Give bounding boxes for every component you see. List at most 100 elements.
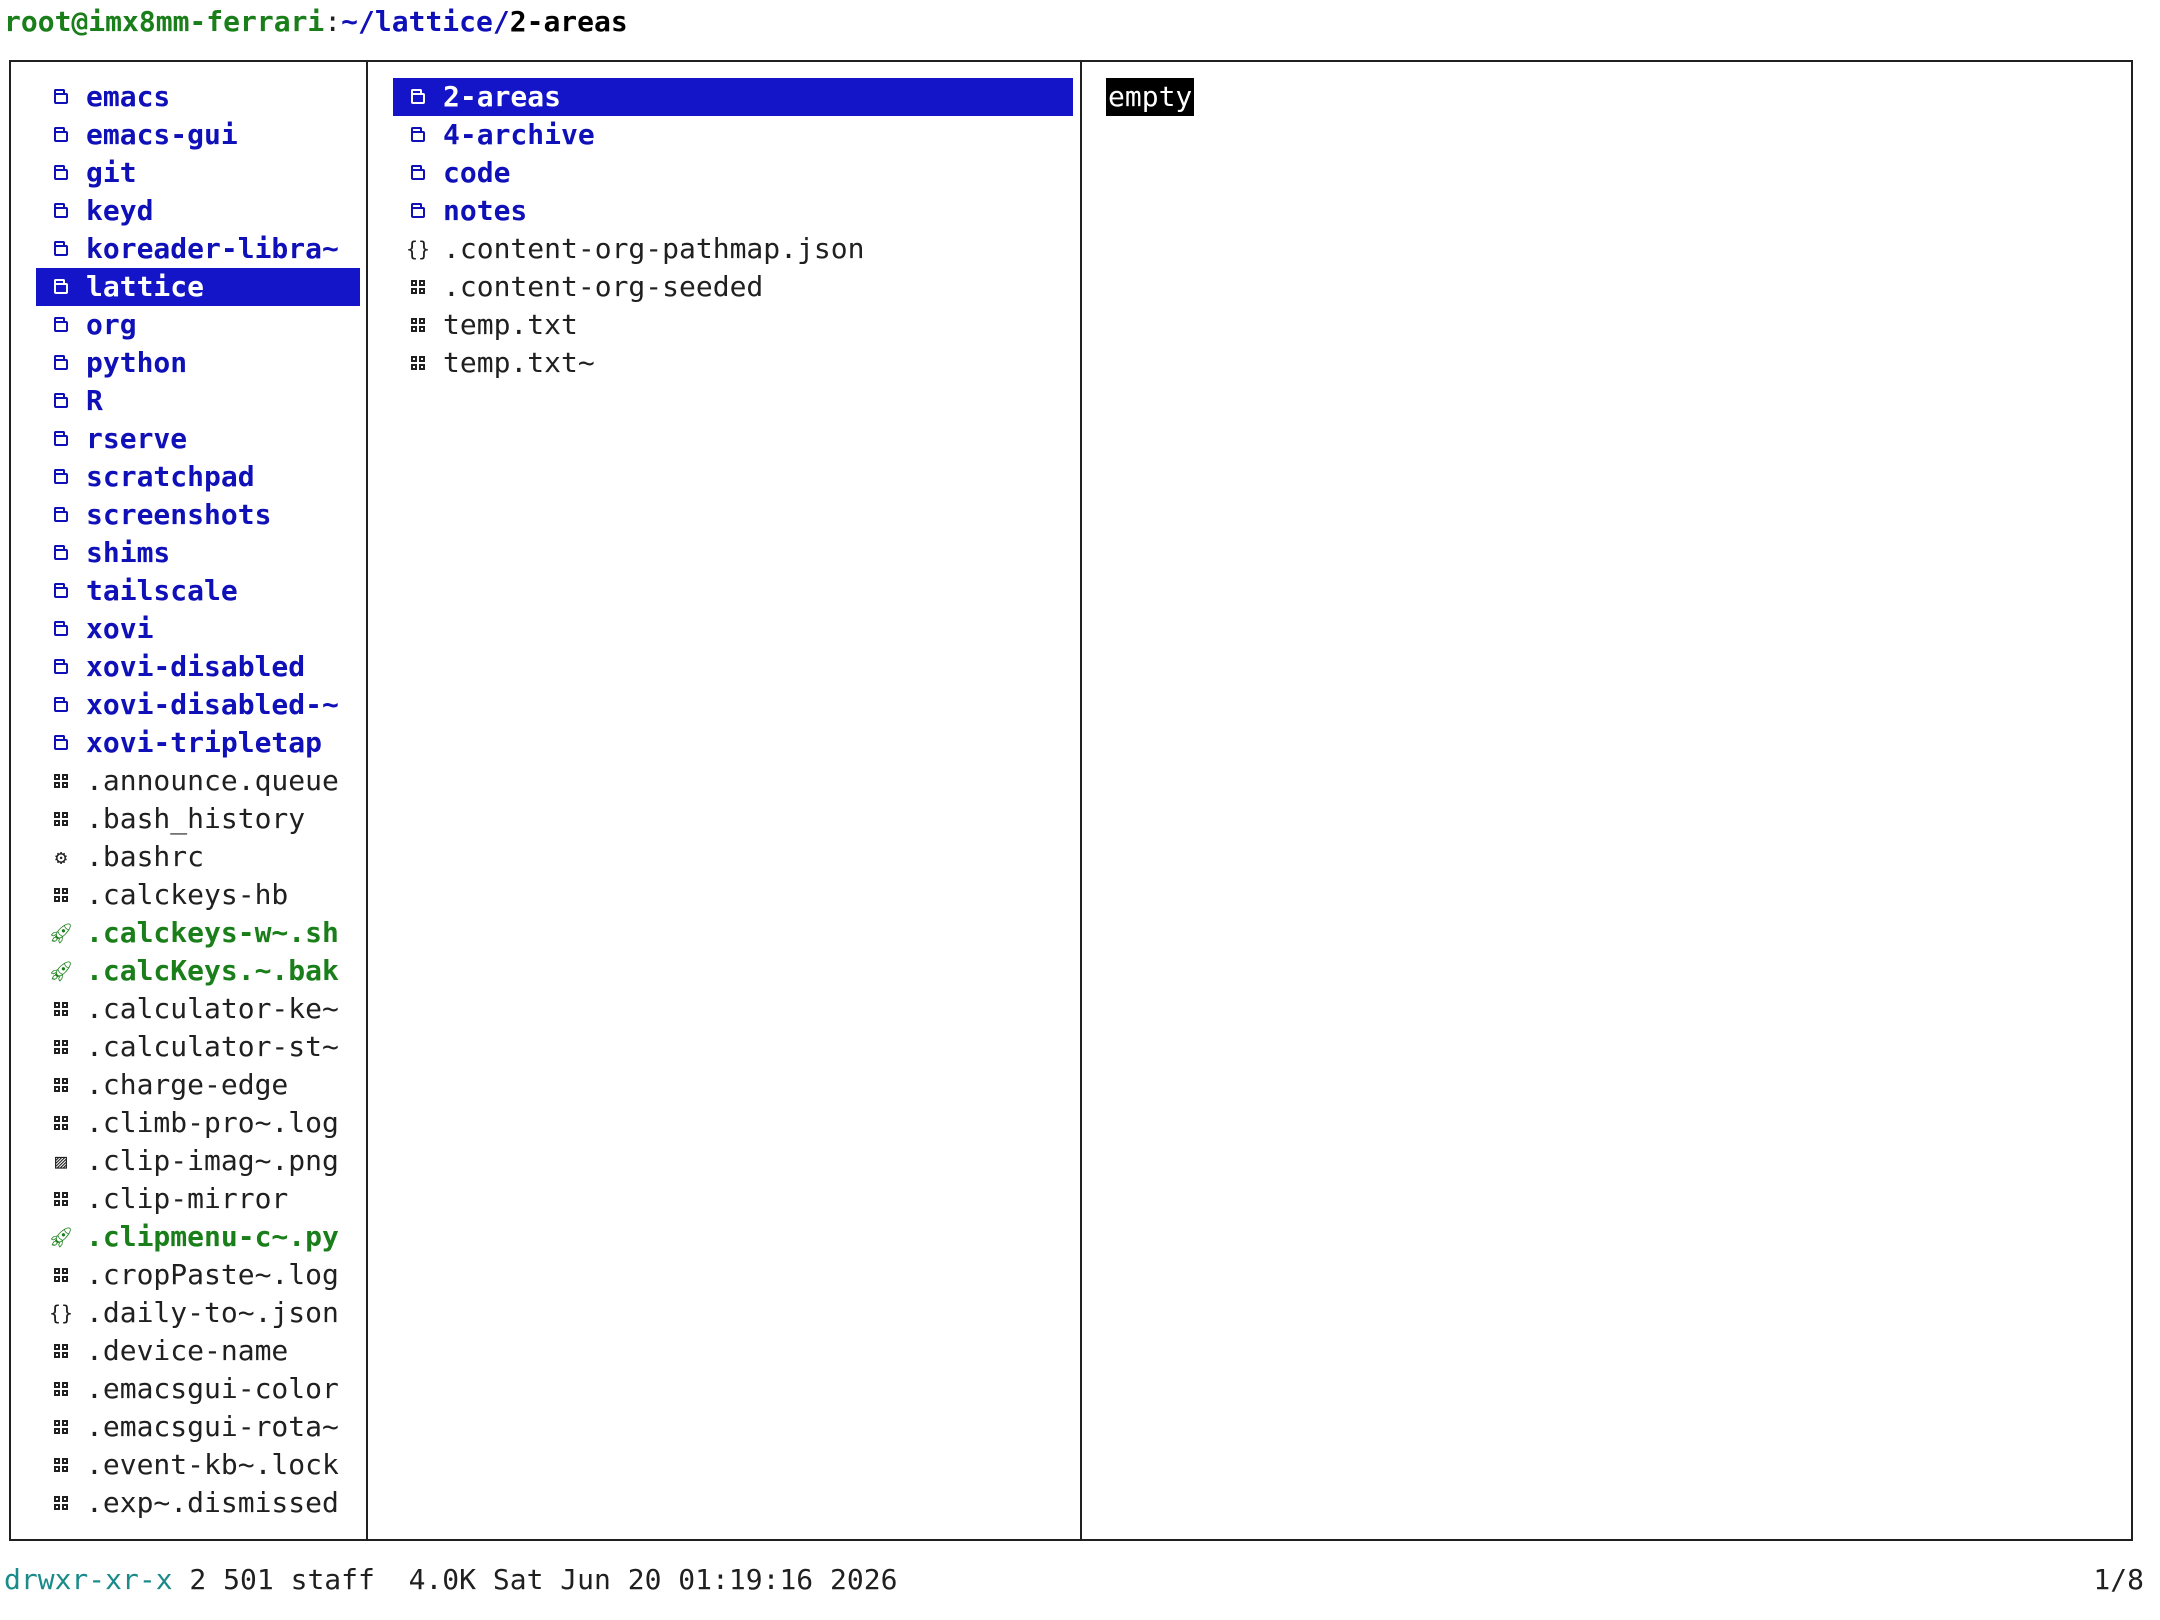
directory-entry[interactable]: emacs bbox=[36, 78, 360, 116]
directory-entry[interactable]: 4-archive bbox=[393, 116, 1073, 154]
json-braces-icon: {} bbox=[48, 1301, 74, 1325]
entry-name: .exp~.dismissed bbox=[86, 1486, 339, 1519]
file-grid-icon bbox=[36, 1446, 86, 1484]
directory-entry[interactable]: code bbox=[393, 154, 1073, 192]
image-icon: ▨ bbox=[54, 1149, 68, 1173]
entry-name: shims bbox=[86, 536, 171, 569]
file-entry[interactable]: .calculator-st~ bbox=[36, 1028, 360, 1066]
directory-entry[interactable]: xovi-tripletap bbox=[36, 724, 360, 762]
file-grid-icon bbox=[36, 1408, 86, 1446]
directory-entry[interactable]: keyd bbox=[36, 192, 360, 230]
directory-entry[interactable]: shims bbox=[36, 534, 360, 572]
folder-icon bbox=[36, 610, 86, 648]
file-entry[interactable]: .climb-pro~.log bbox=[36, 1104, 360, 1142]
path-separator: : bbox=[324, 5, 342, 38]
file-entry[interactable]: .charge-edge bbox=[36, 1066, 360, 1104]
directory-entry[interactable]: koreader-libra~ bbox=[36, 230, 360, 268]
permissions: drwxr-xr-x bbox=[4, 1563, 173, 1596]
directory-entry[interactable]: screenshots bbox=[36, 496, 360, 534]
file-entry[interactable]: {} .daily-to~.json bbox=[36, 1294, 360, 1332]
file-grid-icon bbox=[36, 762, 86, 800]
entry-name: koreader-libra~ bbox=[86, 232, 339, 265]
file-entry[interactable]: .cropPaste~.log bbox=[36, 1256, 360, 1294]
directory-entry[interactable]: tailscale bbox=[36, 572, 360, 610]
entry-name: .calckeys-w~.sh bbox=[86, 916, 339, 949]
file-entry[interactable]: ⚙ .bashrc bbox=[36, 838, 360, 876]
entry-name: notes bbox=[443, 194, 528, 227]
file-grid-icon bbox=[36, 1332, 86, 1370]
folder-icon bbox=[36, 154, 86, 192]
file-entry[interactable]: .emacsgui-rota~ bbox=[36, 1408, 360, 1446]
file-entry[interactable]: {} .content-org-pathmap.json bbox=[393, 230, 1073, 268]
folder-icon bbox=[36, 572, 86, 610]
gear-icon: ⚙ bbox=[54, 845, 68, 869]
entry-name: .emacsgui-rota~ bbox=[86, 1410, 339, 1443]
folder-icon bbox=[36, 648, 86, 686]
directory-entry[interactable]: 2-areas bbox=[393, 78, 1073, 116]
file-grid-icon bbox=[36, 1370, 86, 1408]
file-entry[interactable]: .exp~.dismissed bbox=[36, 1484, 360, 1522]
file-entry[interactable]: .event-kb~.lock bbox=[36, 1446, 360, 1484]
folder-icon bbox=[393, 192, 443, 230]
parent-directory-pane[interactable]: emacs emacs-gui git keyd koreader-libra~ latt… bbox=[36, 78, 360, 1522]
file-entry[interactable]: 🚀︎ .calcKeys.~.bak bbox=[36, 952, 360, 990]
file-entry[interactable]: ▨ .clip-imag~.png bbox=[36, 1142, 360, 1180]
file-entry[interactable]: .calculator-ke~ bbox=[36, 990, 360, 1028]
file-entry[interactable]: .device-name bbox=[36, 1332, 360, 1370]
entry-name: .clip-mirror bbox=[86, 1182, 289, 1215]
entry-name: .calckeys-hb bbox=[86, 878, 289, 911]
entry-name: code bbox=[443, 156, 511, 189]
file-grid-icon bbox=[393, 344, 443, 382]
parent-path: ~/lattice/ bbox=[341, 5, 510, 38]
file-entry[interactable]: .announce.queue bbox=[36, 762, 360, 800]
current-directory-pane[interactable]: 2-areas 4-archive code notes {} .content-org-… bbox=[393, 78, 1073, 382]
directory-entry[interactable]: lattice bbox=[36, 268, 360, 306]
entry-name: .bash_history bbox=[86, 802, 306, 835]
file-grid-icon bbox=[36, 1104, 86, 1142]
folder-icon bbox=[36, 192, 86, 230]
file-entry[interactable]: .calckeys-hb bbox=[36, 876, 360, 914]
directory-entry[interactable]: emacs-gui bbox=[36, 116, 360, 154]
entry-name: .device-name bbox=[86, 1334, 289, 1367]
entry-name: .charge-edge bbox=[86, 1068, 289, 1101]
directory-entry[interactable]: xovi-disabled bbox=[36, 648, 360, 686]
file-entry[interactable]: .content-org-seeded bbox=[393, 268, 1073, 306]
directory-entry[interactable]: git bbox=[36, 154, 360, 192]
folder-icon bbox=[393, 78, 443, 116]
json-braces-icon: {} bbox=[405, 237, 431, 261]
file-entry[interactable]: 🚀︎ .calckeys-w~.sh bbox=[36, 914, 360, 952]
folder-icon bbox=[36, 230, 86, 268]
entry-name: scratchpad bbox=[86, 460, 255, 493]
folder-icon bbox=[36, 420, 86, 458]
file-info: 2 501 staff 4.0K Sat Jun 20 01:19:16 202… bbox=[172, 1563, 898, 1596]
file-entry[interactable]: 🚀︎ .clipmenu-c~.py bbox=[36, 1218, 360, 1256]
folder-icon bbox=[36, 458, 86, 496]
directory-entry[interactable]: org bbox=[36, 306, 360, 344]
directory-entry[interactable]: xovi bbox=[36, 610, 360, 648]
directory-entry[interactable]: notes bbox=[393, 192, 1073, 230]
current-directory: 2-areas bbox=[509, 5, 628, 38]
file-entry[interactable]: temp.txt bbox=[393, 306, 1073, 344]
directory-entry[interactable]: scratchpad bbox=[36, 458, 360, 496]
entry-name: .event-kb~.lock bbox=[86, 1448, 339, 1481]
entry-name: .calculator-st~ bbox=[86, 1030, 339, 1063]
file-entry[interactable]: temp.txt~ bbox=[393, 344, 1073, 382]
folder-icon bbox=[36, 382, 86, 420]
entry-name: screenshots bbox=[86, 498, 272, 531]
directory-entry[interactable]: R bbox=[36, 382, 360, 420]
entry-name: tailscale bbox=[86, 574, 238, 607]
preview-empty-label: empty bbox=[1106, 78, 1195, 116]
entry-name: temp.txt bbox=[443, 308, 578, 341]
folder-icon bbox=[36, 534, 86, 572]
directory-entry[interactable]: rserve bbox=[36, 420, 360, 458]
file-grid-icon bbox=[36, 1256, 86, 1294]
file-entry[interactable]: .clip-mirror bbox=[36, 1180, 360, 1218]
directory-entry[interactable]: python bbox=[36, 344, 360, 382]
title-bar: root@imx8mm-ferrari:~/lattice/2-areas bbox=[4, 2, 628, 42]
status-bar: drwxr-xr-x 2 501 staff 4.0K Sat Jun 20 0… bbox=[4, 1560, 2154, 1600]
file-entry[interactable]: .bash_history bbox=[36, 800, 360, 838]
directory-entry[interactable]: xovi-disabled-~ bbox=[36, 686, 360, 724]
user-host: root@imx8mm-ferrari bbox=[4, 5, 325, 38]
entry-name: 4-archive bbox=[443, 118, 595, 151]
file-entry[interactable]: .emacsgui-color bbox=[36, 1370, 360, 1408]
